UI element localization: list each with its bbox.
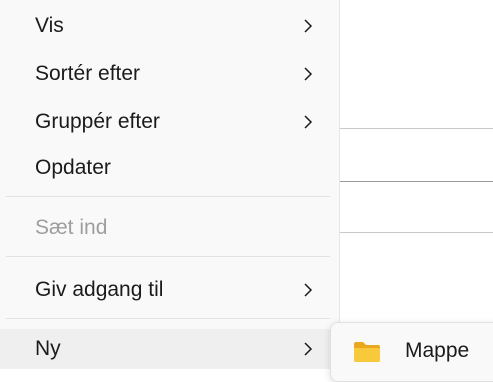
menu-separator — [6, 318, 330, 319]
menu-item-label: Sæt ind — [35, 216, 108, 239]
menu-item-label: Opdater — [35, 156, 111, 179]
chevron-right-icon — [304, 67, 313, 81]
submenu-item-folder[interactable]: Mappe — [337, 331, 493, 371]
menu-item-paste: Sæt ind — [0, 208, 340, 248]
new-submenu: Mappe — [330, 322, 493, 382]
chevron-right-icon — [304, 283, 313, 297]
menu-item-label: Gruppér efter — [35, 110, 160, 133]
menu-item-label: Vis — [35, 14, 64, 37]
menu-item-give-access[interactable]: Giv adgang til — [0, 270, 340, 310]
background-divider — [340, 232, 493, 233]
menu-item-label: Giv adgang til — [35, 278, 164, 301]
menu-item-label: Sortér efter — [35, 62, 141, 85]
menu-item-group-by[interactable]: Gruppér efter — [0, 102, 340, 142]
menu-item-new[interactable]: Ny — [0, 329, 340, 369]
context-menu: Vis Sortér efter Gruppér efter Opdater S… — [0, 0, 340, 369]
menu-item-label: Ny — [35, 337, 61, 360]
background-divider — [340, 181, 493, 182]
menu-item-sort-by[interactable]: Sortér efter — [0, 54, 340, 94]
chevron-right-icon — [304, 342, 313, 356]
folder-icon — [354, 342, 380, 362]
menu-separator — [6, 196, 330, 197]
background-divider — [340, 128, 493, 129]
chevron-right-icon — [304, 19, 313, 33]
menu-item-vis[interactable]: Vis — [0, 6, 340, 46]
menu-separator — [6, 256, 330, 257]
submenu-item-label: Mappe — [405, 339, 470, 362]
menu-item-refresh[interactable]: Opdater — [0, 148, 340, 188]
chevron-right-icon — [304, 115, 313, 129]
